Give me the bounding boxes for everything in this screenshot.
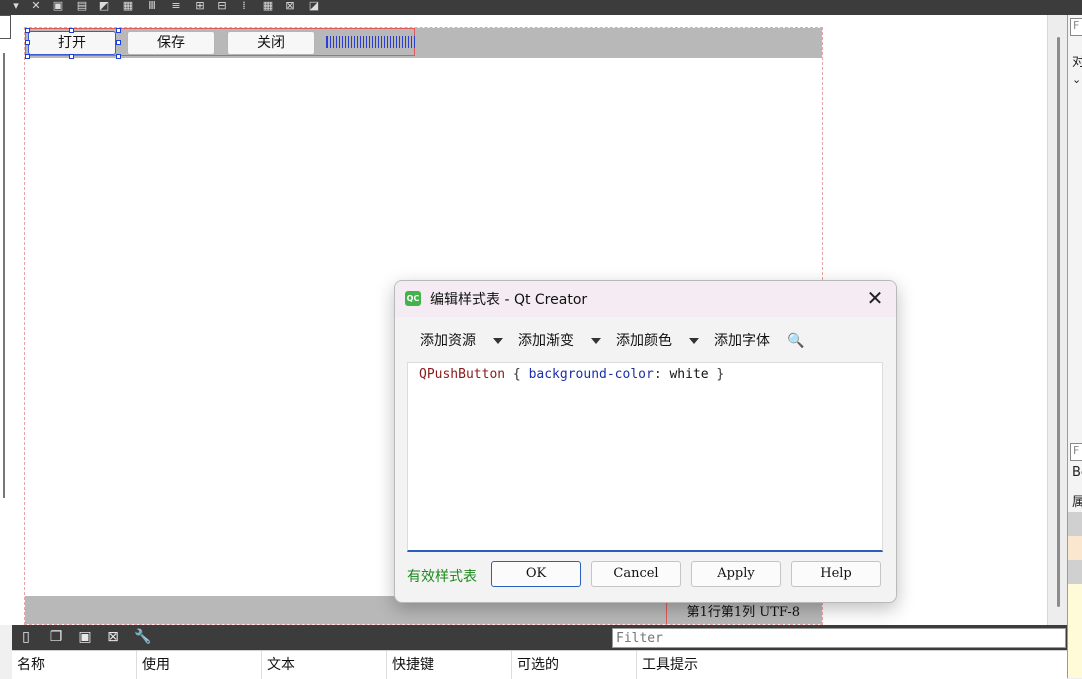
edit-widgets-icon[interactable]: ▣	[52, 0, 64, 12]
cursor-position-status: 第1行第1列 UTF-8	[686, 605, 800, 620]
object-inspector-panel: F 对 ⌄ F Be 属	[1067, 15, 1082, 678]
layout-v-splitter-icon[interactable]: ⊟	[216, 0, 228, 12]
magnifier-icon[interactable]: 🔍	[787, 332, 805, 350]
resize-handle[interactable]	[69, 54, 74, 59]
valid-stylesheet-label: 有效样式表	[407, 569, 477, 585]
stylesheet-editor[interactable]: QPushButton { background-color: white }	[407, 362, 883, 552]
delete-action-icon[interactable]: ⊠	[105, 629, 121, 645]
column-header-used[interactable]: 使用	[137, 651, 262, 679]
configure-wrench-icon[interactable]: 🔧	[134, 629, 151, 645]
column-header-name[interactable]: 名称	[12, 651, 137, 679]
object-tree-item[interactable]: 对	[1072, 51, 1082, 70]
cancel-button[interactable]: Cancel	[591, 561, 681, 587]
dialog-close-button[interactable]: ✕	[864, 287, 886, 309]
left-panel-selection[interactable]	[0, 15, 11, 39]
stylesheet-toolbar: 添加资源 添加渐变 添加颜色 添加字体 🔍	[395, 329, 896, 353]
close-icon[interactable]: ✕	[30, 0, 42, 12]
dialog-titlebar: QC 编辑样式表 - Qt Creator ✕	[395, 281, 896, 317]
layout-h-splitter-icon[interactable]: ⊞	[194, 0, 206, 12]
column-header-shortcut[interactable]: 快捷键	[387, 651, 512, 679]
resize-handle[interactable]	[116, 54, 121, 59]
dialog-title: 编辑样式表 - Qt Creator	[430, 292, 588, 308]
add-resource-button[interactable]: 添加资源	[420, 329, 476, 353]
resize-handle[interactable]	[25, 40, 30, 45]
add-resource-dropdown-icon[interactable]	[493, 338, 503, 344]
property-row[interactable]	[1068, 584, 1082, 678]
edit-signals-icon[interactable]: ▤	[76, 0, 88, 12]
horizontal-spacer[interactable]	[326, 36, 415, 48]
css-selector-token: QPushButton	[419, 367, 506, 382]
property-row[interactable]	[1068, 536, 1082, 560]
designer-toolbar: ▾ ✕ ▣ ▤ ◩ ▦ Ⅲ ≡ ⊞ ⊟ ⁞ ▦ ⊠ ◪	[0, 0, 1082, 15]
css-brace-token: {	[505, 367, 529, 382]
break-layout-icon[interactable]: ⊠	[284, 0, 296, 12]
chevron-down-icon[interactable]: ⌄	[1072, 73, 1081, 86]
action-filter-input[interactable]	[612, 628, 1066, 648]
add-gradient-dropdown-icon[interactable]	[591, 338, 601, 344]
paste-action-icon[interactable]: ▣	[77, 629, 93, 645]
scrollbar-thumb[interactable]	[1057, 37, 1060, 607]
form-toolbar-area: 打开 保存 关闭	[25, 28, 822, 59]
layout-form-icon[interactable]: ⁞	[238, 0, 250, 12]
add-color-dropdown-icon[interactable]	[689, 338, 699, 344]
left-panel-edge	[0, 15, 12, 625]
adjust-size-icon[interactable]: ◪	[308, 0, 320, 12]
help-button[interactable]: Help	[791, 561, 881, 587]
edit-stylesheet-dialog: QC 编辑样式表 - Qt Creator ✕ 添加资源 添加渐变 添加颜色 添…	[394, 280, 897, 603]
close-button[interactable]: 关闭	[227, 31, 315, 55]
resize-handle[interactable]	[69, 28, 74, 33]
save-button[interactable]: 保存	[127, 31, 215, 55]
canvas-vertical-scrollbar[interactable]	[1047, 15, 1068, 625]
layout-grid-icon[interactable]: ▦	[262, 0, 274, 12]
object-filter-input[interactable]: F	[1070, 18, 1082, 36]
property-filter-input[interactable]: F	[1070, 443, 1082, 461]
column-header-text[interactable]: 文本	[262, 651, 387, 679]
resize-handle[interactable]	[25, 28, 30, 33]
column-header-checkable[interactable]: 可选的	[512, 651, 637, 679]
column-header-tooltip[interactable]: 工具提示	[637, 651, 1067, 679]
add-gradient-button[interactable]: 添加渐变	[518, 329, 574, 353]
add-font-button[interactable]: 添加字体	[714, 329, 770, 353]
layout-vertical-icon[interactable]: ≡	[170, 0, 182, 12]
copy-action-icon[interactable]: ❐	[48, 629, 64, 645]
qt-creator-logo-icon: QC	[405, 291, 421, 306]
css-value-token: white	[669, 367, 709, 382]
resize-handle[interactable]	[116, 40, 121, 45]
resize-handle[interactable]	[25, 54, 30, 59]
property-header: 属	[1072, 491, 1082, 510]
open-button[interactable]: 打开	[28, 31, 116, 55]
layout-horizontal-icon[interactable]: Ⅲ	[146, 0, 158, 12]
apply-button[interactable]: Apply	[691, 561, 781, 587]
ok-button[interactable]: OK	[491, 561, 581, 587]
new-action-icon[interactable]: ▯	[18, 629, 34, 645]
css-colon-token: :	[653, 367, 670, 382]
property-class-label: Be	[1072, 465, 1082, 480]
property-group-band[interactable]	[1068, 512, 1082, 536]
edit-tab-order-icon[interactable]: ▦	[122, 0, 134, 12]
property-group-band[interactable]	[1068, 560, 1082, 584]
dropdown-arrow-icon[interactable]: ▾	[10, 0, 22, 12]
css-property-token: background-color	[528, 367, 654, 382]
add-color-button[interactable]: 添加颜色	[616, 329, 672, 353]
action-table-header: 名称 使用 文本 快捷键 可选的 工具提示	[12, 650, 1067, 679]
edit-buddies-icon[interactable]: ◩	[98, 0, 110, 12]
resize-handle[interactable]	[116, 28, 121, 33]
left-panel-scrollbar[interactable]	[3, 53, 5, 498]
css-brace-token: }	[708, 367, 725, 382]
